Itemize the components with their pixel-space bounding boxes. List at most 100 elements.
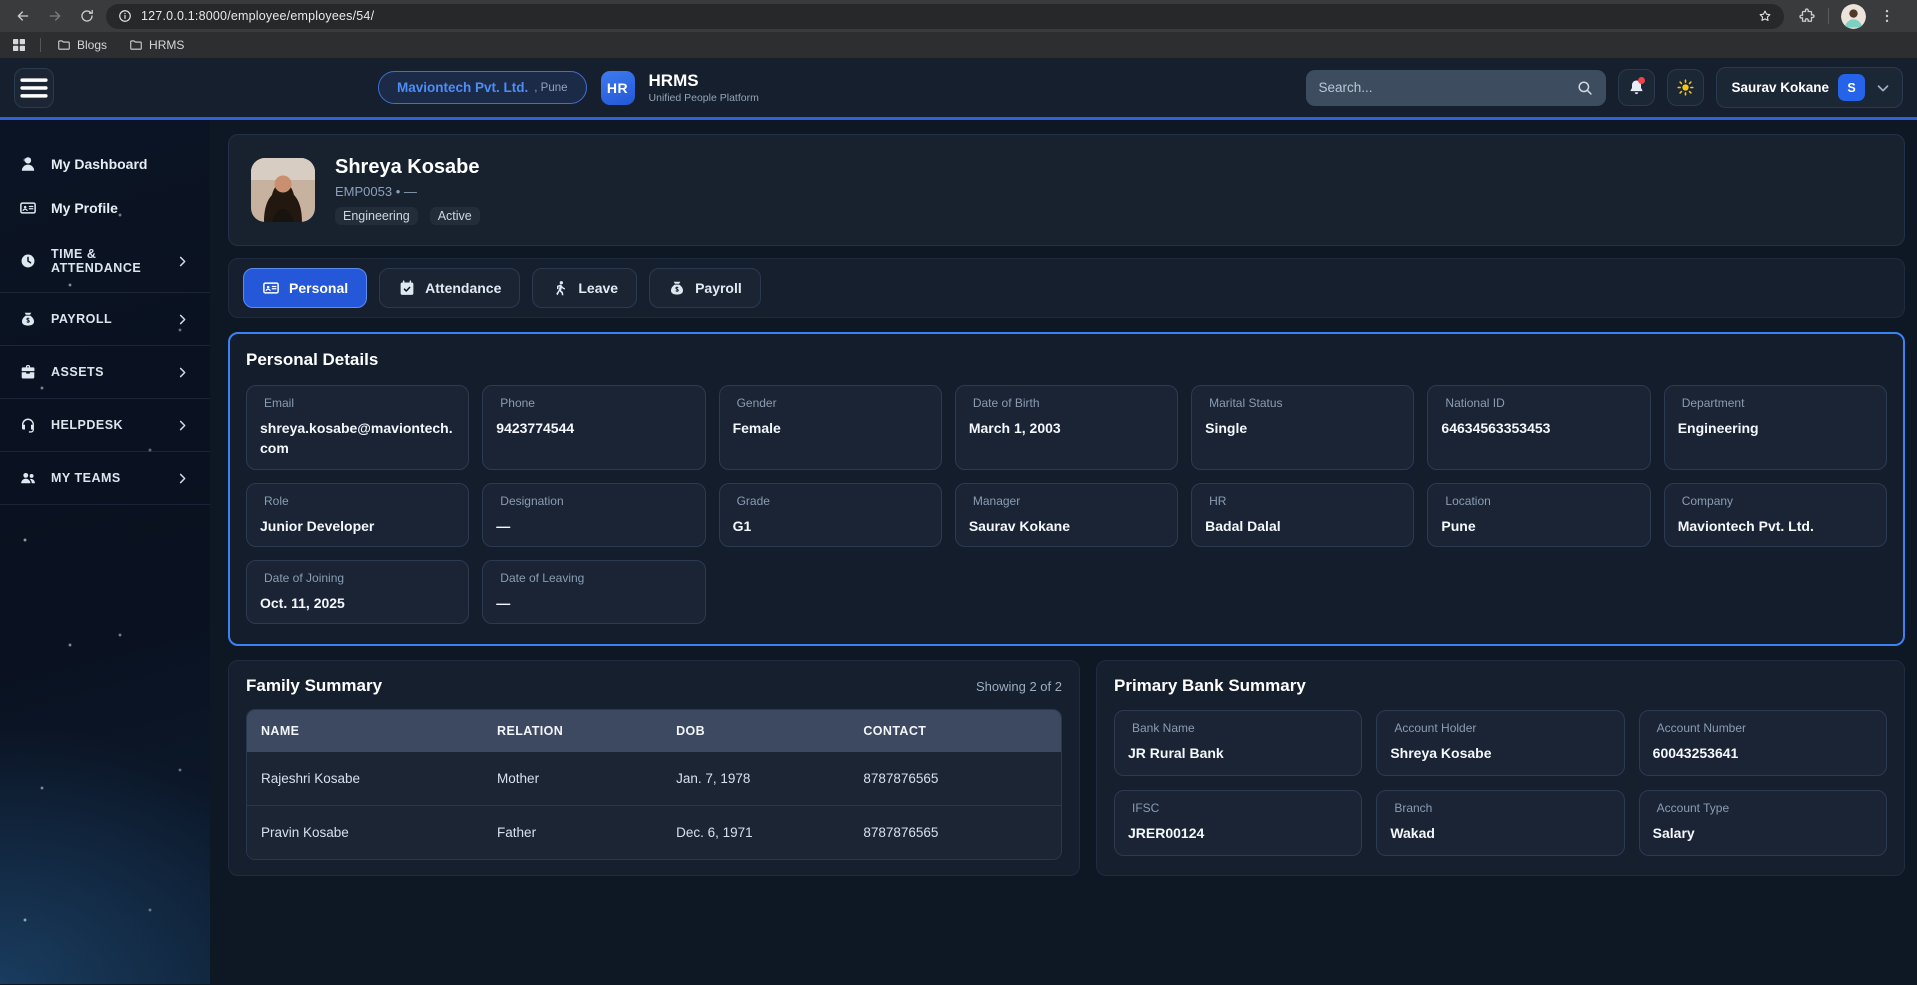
field-label: Department — [1678, 396, 1873, 410]
field-label: Gender — [733, 396, 928, 410]
bank-summary-card: Primary Bank Summary Bank NameJR Rural B… — [1096, 660, 1905, 876]
bank-field-branch: BranchWakad — [1376, 790, 1624, 856]
bookmarks-bar: Blogs HRMS — [0, 32, 1917, 58]
sidebar-item-label: TIME & ATTENDANCE — [51, 247, 159, 275]
bookmark-star-icon[interactable] — [1758, 9, 1772, 23]
field-label: Account Holder — [1390, 721, 1610, 735]
sidebar-item-assets[interactable]: ASSETS — [0, 346, 210, 399]
field-value: Maviontech Pvt. Ltd. — [1678, 516, 1873, 536]
user-icon — [18, 155, 38, 173]
sidebar: My DashboardMy Profile TIME & ATTENDANCE P… — [0, 120, 210, 984]
field-label: Branch — [1390, 801, 1610, 815]
url-text: 127.0.0.1:8000/employee/employees/54/ — [141, 9, 1749, 23]
field-value: 9423774544 — [496, 418, 691, 438]
bookmark-blogs[interactable]: Blogs — [53, 36, 111, 54]
bookmarks-divider — [40, 38, 41, 52]
field-label: Email — [260, 396, 455, 410]
search-input[interactable] — [1318, 80, 1568, 95]
employee-photo — [251, 158, 315, 222]
browser-menu-icon[interactable] — [1878, 7, 1896, 25]
profile-badge-active: Active — [430, 207, 480, 225]
personal-field-designation: Designation— — [482, 483, 705, 547]
sidebar-item-time-attendance[interactable]: TIME & ATTENDANCE — [0, 230, 210, 293]
id-card-icon — [262, 279, 280, 297]
headset-icon — [18, 416, 38, 434]
site-info-icon[interactable] — [118, 9, 132, 23]
personal-field-phone: Phone9423774544 — [482, 385, 705, 470]
browser-forward-button[interactable] — [42, 3, 68, 29]
table-row: Rajeshri KosabeMotherJan. 7, 19788787876… — [247, 752, 1061, 806]
browser-reload-button[interactable] — [74, 3, 100, 29]
sidebar-item-my-dashboard[interactable]: My Dashboard — [0, 142, 210, 186]
family-col-dob: DOB — [662, 710, 849, 752]
personal-details-card: Personal Details Emailshreya.kosabe@mavi… — [228, 332, 1905, 646]
field-value: Pune — [1441, 516, 1636, 536]
sidebar-item-payroll[interactable]: PAYROLL — [0, 293, 210, 346]
chevron-right-icon — [172, 254, 192, 269]
tabs-bar: Personal Attendance Leave Payroll — [228, 258, 1905, 318]
address-bar[interactable]: 127.0.0.1:8000/employee/employees/54/ — [106, 4, 1784, 29]
chevron-right-icon — [172, 312, 192, 327]
app-title: HRMS — [649, 71, 759, 91]
browser-back-button[interactable] — [10, 3, 36, 29]
bank-field-account-number: Account Number60043253641 — [1639, 710, 1887, 776]
chevron-down-icon — [1874, 79, 1892, 97]
user-menu[interactable]: Saurav Kokane S — [1716, 67, 1903, 108]
field-value: Engineering — [1678, 418, 1873, 438]
field-value: Oct. 11, 2025 — [260, 593, 455, 613]
field-label: Date of Joining — [260, 571, 455, 585]
profile-badges: EngineeringActive — [335, 207, 480, 225]
company-name: Maviontech Pvt. Ltd. — [397, 80, 528, 95]
table-row: Pravin KosabeFatherDec. 6, 1971878787656… — [247, 806, 1061, 860]
tab-leave[interactable]: Leave — [532, 268, 637, 308]
search-icon[interactable] — [1576, 79, 1594, 97]
company-pill[interactable]: Maviontech Pvt. Ltd. , Pune — [378, 71, 587, 104]
field-label: IFSC — [1128, 801, 1348, 815]
header-actions: Saurav Kokane S — [1306, 67, 1903, 108]
clock-icon — [18, 252, 38, 270]
notifications-button[interactable] — [1618, 69, 1655, 106]
browser-toolbar: 127.0.0.1:8000/employee/employees/54/ — [0, 0, 1917, 32]
hamburger-menu-button[interactable] — [14, 68, 54, 108]
field-value: Female — [733, 418, 928, 438]
family-table: NAMERELATIONDOBCONTACT Rajeshri KosabeMo… — [246, 709, 1062, 860]
field-value: shreya.kosabe@maviontech.com — [260, 418, 455, 459]
extensions-icon[interactable] — [1798, 7, 1816, 25]
personal-field-department: Department Engineering — [1664, 385, 1887, 470]
table-cell: 8787876565 — [849, 806, 1061, 860]
money-bag-icon — [18, 310, 38, 328]
browser-profile-avatar[interactable] — [1841, 4, 1866, 29]
tab-attendance[interactable]: Attendance — [379, 268, 520, 308]
bookmark-hrms[interactable]: HRMS — [125, 36, 188, 54]
personal-field-date-of-birth: Date of BirthMarch 1, 2003 — [955, 385, 1178, 470]
personal-field-location: Location Pune — [1427, 483, 1650, 547]
personal-field-date-of-joining: Date of Joining Oct. 11, 2025 — [246, 560, 469, 624]
field-value: JR Rural Bank — [1128, 743, 1348, 763]
field-label: Manager — [969, 494, 1164, 508]
tab-personal[interactable]: Personal — [243, 268, 367, 308]
field-label: Location — [1441, 494, 1636, 508]
table-cell: Father — [483, 806, 662, 860]
bank-field-ifsc: IFSCJRER00124 — [1114, 790, 1362, 856]
field-value: March 1, 2003 — [969, 418, 1164, 438]
hrms-logo: HR — [601, 71, 635, 105]
user-name: Saurav Kokane — [1731, 80, 1829, 95]
field-value: 64634563353453 — [1441, 418, 1636, 438]
sidebar-item-my-teams[interactable]: MY TEAMS — [0, 452, 210, 505]
employee-name: Shreya Kosabe — [335, 156, 480, 179]
sidebar-item-helpdesk[interactable]: HELPDESK — [0, 399, 210, 452]
field-label: Marital Status — [1205, 396, 1400, 410]
field-value: G1 — [733, 516, 928, 536]
apps-grid-icon[interactable] — [10, 36, 28, 54]
field-value: Saurav Kokane — [969, 516, 1164, 536]
field-value: — — [496, 593, 691, 613]
field-value: Single — [1205, 418, 1400, 438]
field-value: Shreya Kosabe — [1390, 743, 1610, 763]
tab-payroll[interactable]: Payroll — [649, 268, 761, 308]
theme-toggle-button[interactable] — [1667, 69, 1704, 106]
browser-actions — [1798, 4, 1896, 29]
tab-label: Attendance — [425, 280, 501, 296]
sidebar-item-label: MY TEAMS — [51, 471, 121, 485]
sidebar-item-my-profile[interactable]: My Profile — [0, 186, 210, 230]
app-header: Maviontech Pvt. Ltd. , Pune HR HRMS Unif… — [0, 58, 1917, 120]
